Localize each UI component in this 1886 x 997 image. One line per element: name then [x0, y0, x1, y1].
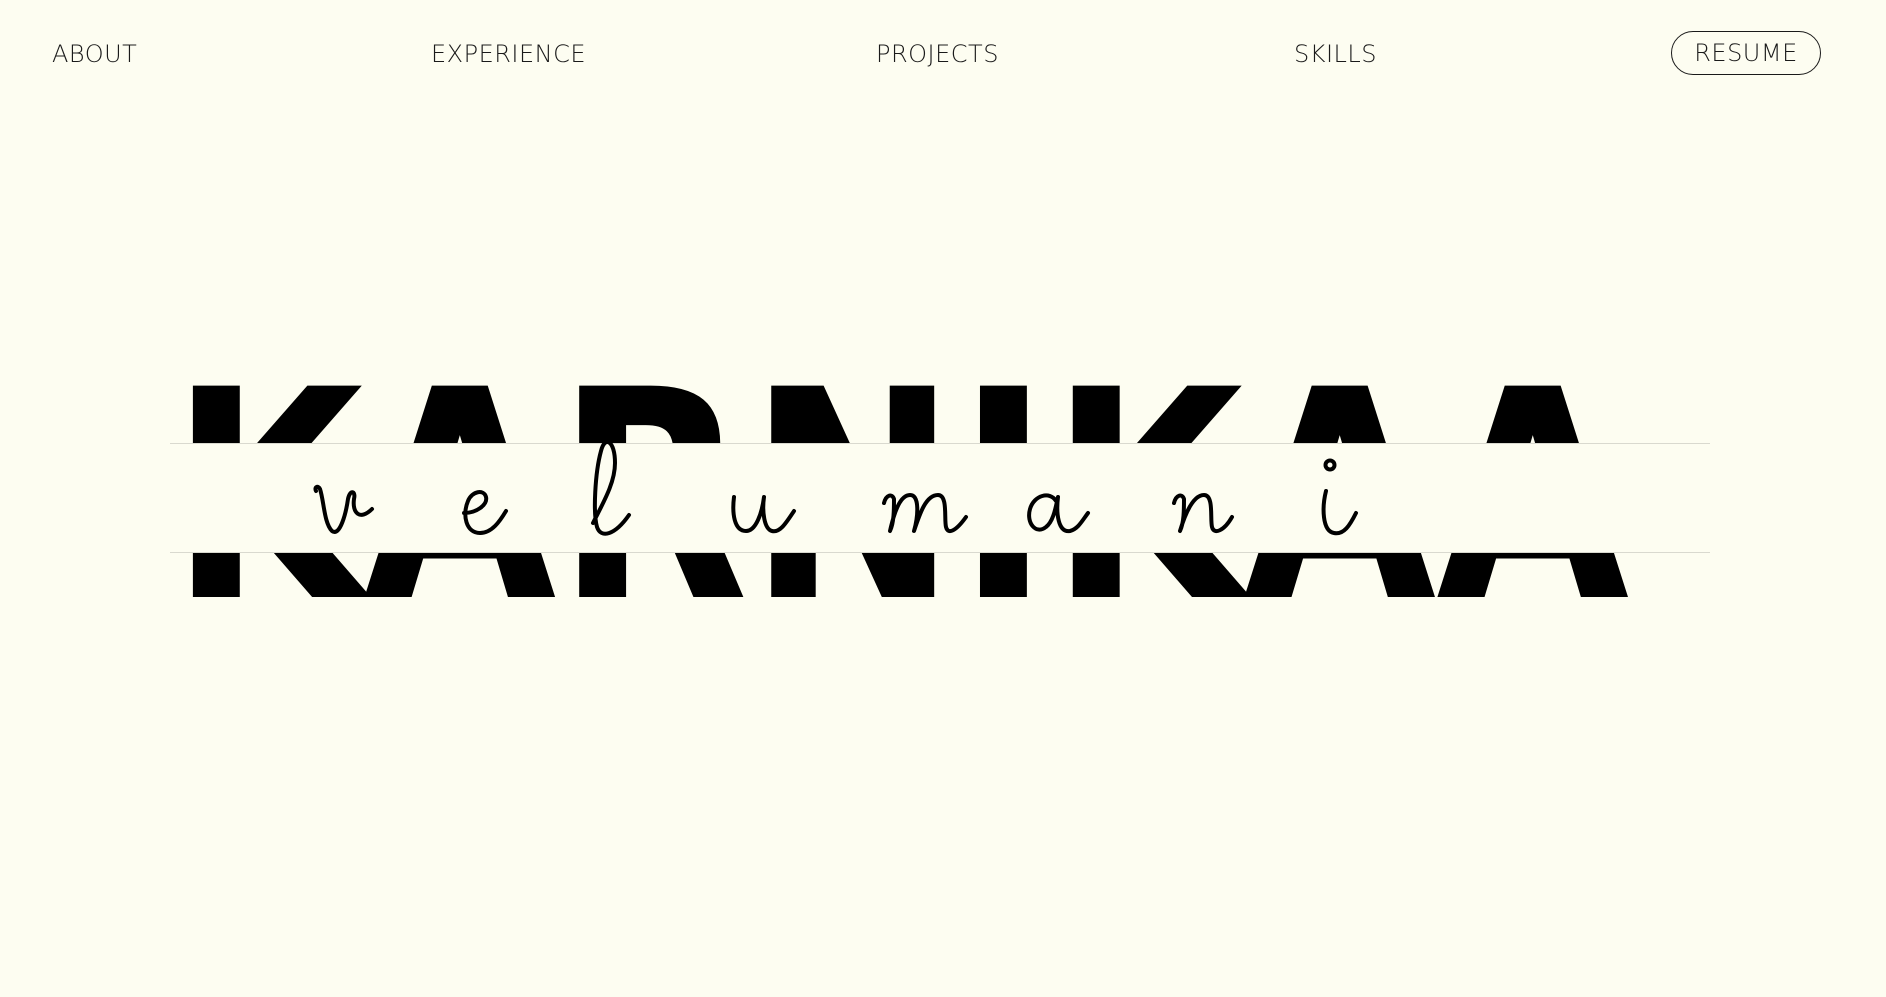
- hero-name: KARNIKAA KARNIKAA: [170, 357, 1710, 639]
- top-navigation: ABOUT EXPERIENCE PROJECTS SKILLS RESUME: [0, 0, 1886, 110]
- hero-first-name-bottom-slice: KARNIKAA: [170, 553, 1710, 639]
- script-letter-m: [880, 443, 990, 553]
- hero-letter-bottom-0: K: [170, 553, 363, 639]
- hero-script-band: [170, 439, 1710, 553]
- script-letter-u: [728, 443, 798, 553]
- hero-letter-top-2: R: [556, 357, 748, 443]
- script-letter-i: [1310, 443, 1380, 553]
- hero-letter-bottom-2: R: [556, 553, 748, 639]
- hero-last-name: [310, 439, 1510, 553]
- hero-first-name-mirror: KARNIKAA: [170, 553, 1629, 639]
- script-letter-n: [1168, 443, 1258, 553]
- hero-first-name-top-slice: KARNIKAA: [170, 357, 1710, 443]
- hero-letter-bottom-5: K: [1050, 553, 1243, 639]
- hero-letter-bottom-1: A: [363, 553, 556, 639]
- hero-letter-top-3: N: [748, 357, 957, 443]
- nav-projects-link[interactable]: PROJECTS: [876, 38, 999, 70]
- script-letter-v: [310, 443, 380, 553]
- script-letter-a: [1020, 443, 1100, 553]
- hero-first-name: KARNIKAA: [170, 357, 1629, 443]
- script-letter-e: [458, 443, 528, 553]
- script-letter-l: [585, 439, 655, 553]
- hero-letter-top-7: A: [1436, 357, 1629, 443]
- hero-letter-bottom-7: A: [1436, 553, 1629, 639]
- hero-letter-top-0: K: [170, 357, 363, 443]
- nav-about-link[interactable]: ABOUT: [52, 38, 137, 70]
- nav-experience-link[interactable]: EXPERIENCE: [431, 38, 586, 70]
- hero-letter-bottom-3: N: [748, 553, 957, 639]
- hero-letter-bottom-6: A: [1243, 553, 1436, 639]
- hero-letter-bottom-4: I: [957, 553, 1050, 639]
- hero-letter-top-1: A: [363, 357, 556, 443]
- nav-skills-link[interactable]: SKILLS: [1294, 38, 1377, 70]
- hero-letter-top-4: I: [957, 357, 1050, 443]
- hero-letter-top-6: A: [1243, 357, 1436, 443]
- hero-letter-top-5: K: [1050, 357, 1243, 443]
- resume-button[interactable]: RESUME: [1671, 31, 1821, 75]
